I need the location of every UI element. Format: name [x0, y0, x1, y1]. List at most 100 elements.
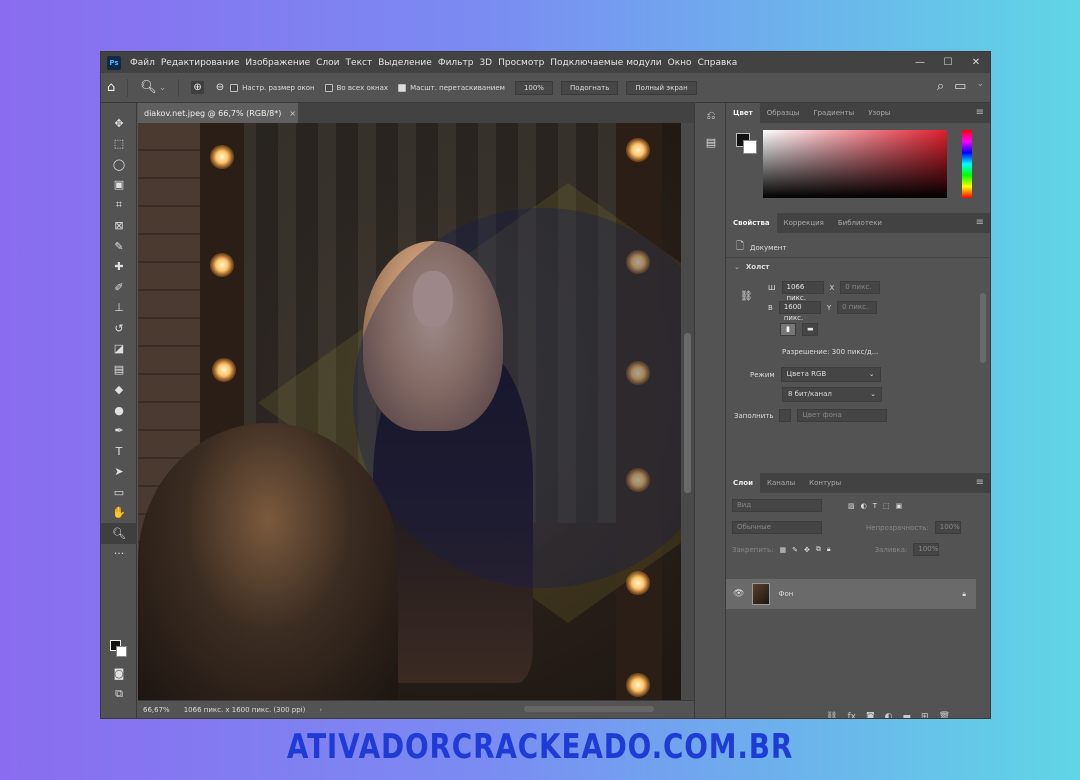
landscape-orientation-icon[interactable]: ▬ [802, 323, 818, 336]
more-tools-icon[interactable]: ··· [101, 544, 137, 565]
history-brush-tool-icon[interactable]: ↺ [101, 318, 137, 339]
type-tool-icon[interactable]: T [101, 441, 137, 462]
checkbox-box[interactable] [230, 83, 239, 92]
tab-paths[interactable]: Контуры [802, 473, 848, 493]
type-filter-icon[interactable]: T [873, 502, 877, 510]
clone-stamp-tool-icon[interactable]: ⊥ [101, 298, 137, 319]
lock-all-icon[interactable]: 🔒︎ [827, 545, 831, 554]
fit-screen-button[interactable]: Подогнать [560, 80, 619, 95]
portrait-orientation-icon[interactable]: ▮ [780, 323, 796, 336]
menu-filter[interactable]: Фильтр [435, 58, 477, 68]
menu-layers[interactable]: Слои [313, 58, 342, 68]
adjustment-filter-icon[interactable]: ◐ [861, 502, 867, 510]
lock-artboard-icon[interactable]: ⧉ [816, 545, 821, 554]
resize-windows-checkbox[interactable]: Настр. размер окон [230, 83, 315, 92]
status-zoom[interactable]: 66,67% [143, 706, 170, 714]
eyedropper-tool-icon[interactable]: ✎ [101, 236, 137, 257]
checkbox-box[interactable] [324, 83, 333, 92]
frame-tool-icon[interactable]: ⊠ [101, 216, 137, 237]
menu-help[interactable]: Справка [695, 58, 741, 68]
chevron-down-icon[interactable]: ⌄ [159, 83, 167, 93]
link-icon[interactable]: ⛓ [740, 291, 753, 302]
link-layers-icon[interactable]: ⛓ [826, 712, 837, 718]
fill-screen-button[interactable]: Полный экран [626, 80, 697, 95]
tools-grip[interactable] [101, 103, 136, 113]
layer-lock-icon[interactable]: 🔒︎ [962, 590, 966, 599]
screen-mode-icon[interactable]: ⧉ [101, 684, 137, 705]
document-canvas[interactable] [138, 123, 694, 700]
zoom-out-icon[interactable]: ⊖ [216, 82, 224, 93]
tab-libraries[interactable]: Библиотеки [831, 213, 889, 233]
chevron-down-icon[interactable]: ⌄ [734, 263, 740, 271]
shape-filter-icon[interactable]: ⬚ [883, 502, 890, 510]
layer-row-background[interactable]: 👁︎ Фон 🔒︎ [726, 579, 976, 609]
adjustment-layer-icon[interactable]: ◐ [885, 712, 893, 718]
all-windows-checkbox[interactable]: Во всех окнах [324, 83, 388, 92]
tab-gradients[interactable]: Градиенты [806, 103, 861, 123]
visibility-eye-icon[interactable]: 👁︎ [733, 589, 744, 599]
horizontal-scrollbar[interactable] [524, 706, 654, 712]
maximize-button[interactable]: ☐ [934, 52, 962, 73]
move-tool-icon[interactable]: ✥ [101, 113, 137, 134]
close-button[interactable]: ✕ [962, 52, 990, 73]
layer-name[interactable]: Фон [778, 590, 793, 598]
history-panel-icon[interactable]: ⎌ [695, 103, 727, 129]
menu-plugins[interactable]: Подключаемые модули [547, 58, 664, 68]
background-color-swatch[interactable] [116, 646, 127, 657]
menu-select[interactable]: Выделение [375, 58, 435, 68]
tab-adjustments[interactable]: Коррекция [777, 213, 831, 233]
eraser-tool-icon[interactable]: ◪ [101, 339, 137, 360]
panel-menu-icon[interactable]: ≡ [976, 213, 984, 233]
pen-tool-icon[interactable]: ✒ [101, 421, 137, 442]
new-layer-icon[interactable]: ⊞ [921, 712, 929, 718]
gradient-tool-icon[interactable]: ▤ [101, 359, 137, 380]
layer-search-input[interactable]: Вид [732, 499, 822, 512]
add-mask-icon[interactable]: ◙ [866, 712, 875, 718]
blur-tool-icon[interactable]: ◆ [101, 380, 137, 401]
mode-select[interactable]: Цвета RGB ⌄ [780, 367, 881, 382]
panel-scrollbar[interactable] [980, 293, 986, 363]
zoom-value-field[interactable]: 100% [514, 80, 553, 95]
crop-tool-icon[interactable]: ⌗ [101, 195, 137, 216]
delete-layer-icon[interactable]: 🗑︎ [939, 712, 950, 718]
blend-mode-select[interactable]: Обычные [732, 521, 822, 534]
hue-slider[interactable] [962, 130, 972, 198]
lasso-tool-icon[interactable]: ◯ [101, 154, 137, 175]
panel-menu-icon[interactable]: ≡ [976, 103, 984, 123]
zoom-in-icon[interactable]: ⊕ [191, 81, 204, 94]
y-field[interactable]: 0 пикс. [837, 301, 878, 314]
height-field[interactable]: 1600 пикс. [778, 301, 821, 322]
menu-type[interactable]: Текст [343, 58, 376, 68]
scrollbar-thumb[interactable] [684, 333, 691, 493]
search-icon[interactable]: ⌕ [937, 79, 944, 94]
pixel-filter-icon[interactable]: ▨ [848, 502, 855, 510]
opacity-field[interactable]: 100% [934, 521, 961, 534]
quick-mask-icon[interactable]: ◙ [101, 663, 137, 684]
smart-object-filter-icon[interactable]: ▣ [896, 502, 903, 510]
object-select-tool-icon[interactable]: ▣ [101, 175, 137, 196]
chevron-right-icon[interactable]: › [319, 706, 322, 714]
tab-patterns[interactable]: Узоры [861, 103, 897, 123]
fill-field[interactable]: 100% [913, 543, 940, 556]
chevron-down-icon[interactable]: ⌄ [976, 79, 984, 94]
menu-edit[interactable]: Редактирование [158, 58, 243, 68]
workspace-icon[interactable]: ▭ [954, 79, 966, 94]
tab-channels[interactable]: Каналы [760, 473, 802, 493]
scrubby-zoom-checkbox[interactable]: Масшт. перетаскиванием [398, 83, 505, 92]
lock-pixels-icon[interactable]: ▦ [779, 546, 786, 554]
lock-position-icon[interactable]: ✥ [804, 546, 810, 554]
color-picker-field[interactable] [763, 130, 947, 198]
path-selection-tool-icon[interactable]: ➤ [101, 462, 137, 483]
tab-swatches[interactable]: Образцы [760, 103, 807, 123]
menu-view[interactable]: Просмотр [495, 58, 547, 68]
layer-style-icon[interactable]: fx [847, 712, 856, 718]
marquee-tool-icon[interactable]: ⬚ [101, 134, 137, 155]
home-icon[interactable]: ⌂ [107, 80, 115, 95]
new-group-icon[interactable]: ▬ [903, 712, 912, 718]
menu-image[interactable]: Изображение [242, 58, 313, 68]
menu-3d[interactable]: 3D [476, 58, 495, 68]
fill-swatch[interactable] [779, 409, 792, 422]
document-tab[interactable]: diakov.net.jpeg @ 66,7% (RGB/8*) × [138, 103, 298, 123]
hand-tool-icon[interactable]: ✋ [101, 503, 137, 524]
comments-panel-icon[interactable]: ▤ [695, 129, 727, 155]
